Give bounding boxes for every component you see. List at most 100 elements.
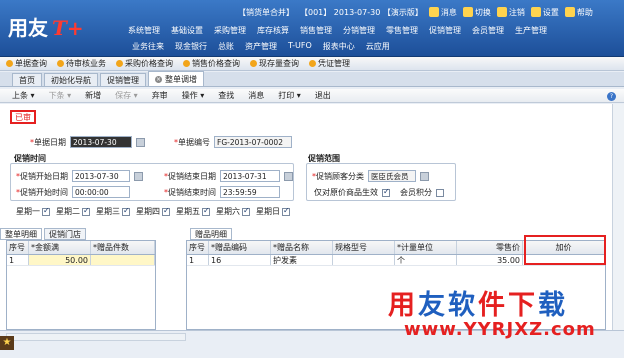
header-status-label: 帮助	[576, 7, 593, 17]
left-panel-tab[interactable]: 促销门店	[44, 228, 86, 240]
start-date-input[interactable]: 2013-07-30	[72, 170, 130, 182]
toolbar-button[interactable]: 操作 ▾	[182, 90, 205, 101]
nav-item[interactable]: 报表中心	[323, 41, 355, 55]
cell-spec[interactable]	[333, 255, 395, 265]
quick-link[interactable]: 单据查询	[6, 58, 47, 69]
header-status-item[interactable]: 切换	[462, 7, 491, 18]
nav-item[interactable]: 会员管理	[472, 25, 504, 39]
help-icon[interactable]: ?	[607, 92, 616, 101]
nav-item[interactable]: 促销管理	[429, 25, 461, 39]
amount-grid-header: 序号 *金额满 *赠品件数	[7, 241, 155, 255]
nav-item[interactable]: 现金银行	[175, 41, 207, 55]
toolbar-button[interactable]: 查找	[218, 90, 234, 101]
weekday-checkbox[interactable]	[242, 206, 250, 216]
end-time-input[interactable]: 23:59:59	[220, 186, 280, 198]
quick-link[interactable]: 采购价格查询	[116, 58, 173, 69]
toolbar-button[interactable]: 上条 ▾	[12, 90, 35, 101]
weekday-checkbox[interactable]	[162, 206, 170, 216]
weekday-option[interactable]: 星期日	[256, 206, 290, 217]
nav-item[interactable]: 基础设置	[171, 25, 203, 39]
weekday-option[interactable]: 星期二	[56, 206, 90, 217]
toolbar-button[interactable]: 消息	[248, 90, 264, 101]
nav-item[interactable]: 采购管理	[214, 25, 246, 39]
toolbar-button[interactable]: 弃审	[152, 90, 168, 101]
weekday-label: 星期四	[136, 207, 160, 216]
end-date-input[interactable]: 2013-07-31	[220, 170, 280, 182]
cell-name[interactable]: 护发素	[271, 255, 333, 265]
cell-unit[interactable]: 个	[395, 255, 457, 265]
tab-item[interactable]: 初始化导航	[44, 73, 98, 86]
lookup-icon[interactable]	[420, 171, 429, 181]
watermark-text: 用友软件下载	[388, 283, 568, 322]
weekday-checkbox[interactable]	[202, 206, 210, 216]
nav-item[interactable]: 销售管理	[300, 25, 332, 39]
nav-item[interactable]: 业务往来	[132, 41, 164, 55]
nav-item[interactable]: 总账	[218, 41, 234, 55]
quick-link[interactable]: 待审核业务	[57, 58, 106, 69]
start-time-input[interactable]: 00:00:00	[72, 186, 130, 198]
weekday-option[interactable]: 星期五	[176, 206, 210, 217]
quick-link[interactable]: 销售价格查询	[183, 58, 240, 69]
weekday-option[interactable]: 星期四	[136, 206, 170, 217]
nav-item[interactable]: 云应用	[366, 41, 390, 55]
cell-amount[interactable]: 50.00	[29, 255, 91, 265]
nav-item[interactable]: 分销管理	[343, 25, 375, 39]
start-time-field: *促销开始时间 00:00:00	[16, 186, 130, 198]
doc-no-input[interactable]: FG-2013-07-0002	[214, 136, 292, 148]
gift-detail-tab[interactable]: 赠品明细	[190, 228, 232, 240]
nav-item[interactable]: 库存核算	[257, 25, 289, 39]
member-points-checkbox[interactable]	[436, 188, 444, 197]
help-icon	[564, 7, 575, 17]
nav-item[interactable]: T-UFO	[288, 41, 312, 55]
tab-item[interactable]: 首页	[12, 73, 42, 86]
col-header-qty: *赠品件数	[91, 241, 155, 254]
header-status-item[interactable]: 消息	[428, 7, 457, 18]
nav-item[interactable]: 资产管理	[245, 41, 277, 55]
calendar-icon[interactable]	[136, 137, 145, 147]
toolbar-button: 保存 ▾	[115, 91, 138, 100]
toolbar-button[interactable]: 退出	[315, 90, 331, 101]
weekday-checkbox[interactable]	[42, 206, 50, 216]
tab-item[interactable]: × 整单调增	[148, 71, 204, 86]
cell-no: 1	[187, 255, 209, 265]
cell-price[interactable]: 35.00	[457, 255, 523, 265]
tab-item[interactable]: 促销管理	[100, 73, 146, 86]
header-status-bar: 【销货单合并】 【001】 2013-07-30 【演示版】 消息 切换 注销 设置 帮助	[238, 4, 593, 20]
col-header-no: 序号	[187, 241, 209, 254]
bullet-icon	[116, 60, 123, 67]
header-status-item[interactable]: 注销	[496, 7, 525, 18]
customer-class-input[interactable]: 医臣氏会员	[368, 170, 416, 182]
nav-item[interactable]: 系统管理	[128, 25, 160, 39]
nav-item[interactable]: 生产管理	[515, 25, 547, 39]
star-icon[interactable]: ★	[0, 336, 14, 350]
calendar-icon[interactable]	[134, 171, 143, 181]
cell-code[interactable]: 16	[209, 255, 271, 265]
weekday-option[interactable]: 星期六	[216, 206, 250, 217]
toolbar-button[interactable]: 打印 ▾	[278, 90, 301, 101]
weekday-option[interactable]: 星期三	[96, 206, 130, 217]
weekday-label: 星期六	[216, 207, 240, 216]
weekday-checkbox[interactable]	[82, 206, 90, 216]
toolbar-button: 下条 ▾	[48, 91, 72, 100]
only-original-checkbox[interactable]	[382, 187, 390, 197]
horizontal-scrollbar[interactable]	[6, 333, 186, 341]
toolbar-button[interactable]: 新增	[85, 90, 101, 101]
weekday-checkbox[interactable]	[282, 206, 290, 216]
left-panel-tab[interactable]: 整单明细	[0, 228, 42, 240]
header-status-item[interactable]: 设置	[530, 7, 559, 18]
left-panel-tabs: 整单明细 促销门店	[0, 228, 86, 240]
header-status-item[interactable]: 帮助	[564, 7, 593, 18]
customer-class-label: 促销顾客分类	[316, 171, 364, 181]
calendar-icon[interactable]	[284, 171, 293, 181]
quick-link-label: 销售价格查询	[192, 59, 240, 68]
weekday-checkbox[interactable]	[122, 206, 130, 216]
quick-link[interactable]: 现存量查询	[250, 58, 299, 69]
weekday-option[interactable]: 星期一	[16, 206, 50, 217]
doc-date-input[interactable]: 2013-07-30	[70, 136, 132, 148]
watermark-char: 下	[508, 290, 538, 321]
close-icon[interactable]: ×	[155, 75, 162, 83]
cell-qty[interactable]	[91, 255, 155, 265]
quick-link[interactable]: 凭证管理	[309, 58, 350, 69]
table-row[interactable]: 1 50.00	[7, 255, 155, 266]
nav-item[interactable]: 零售管理	[386, 25, 418, 39]
